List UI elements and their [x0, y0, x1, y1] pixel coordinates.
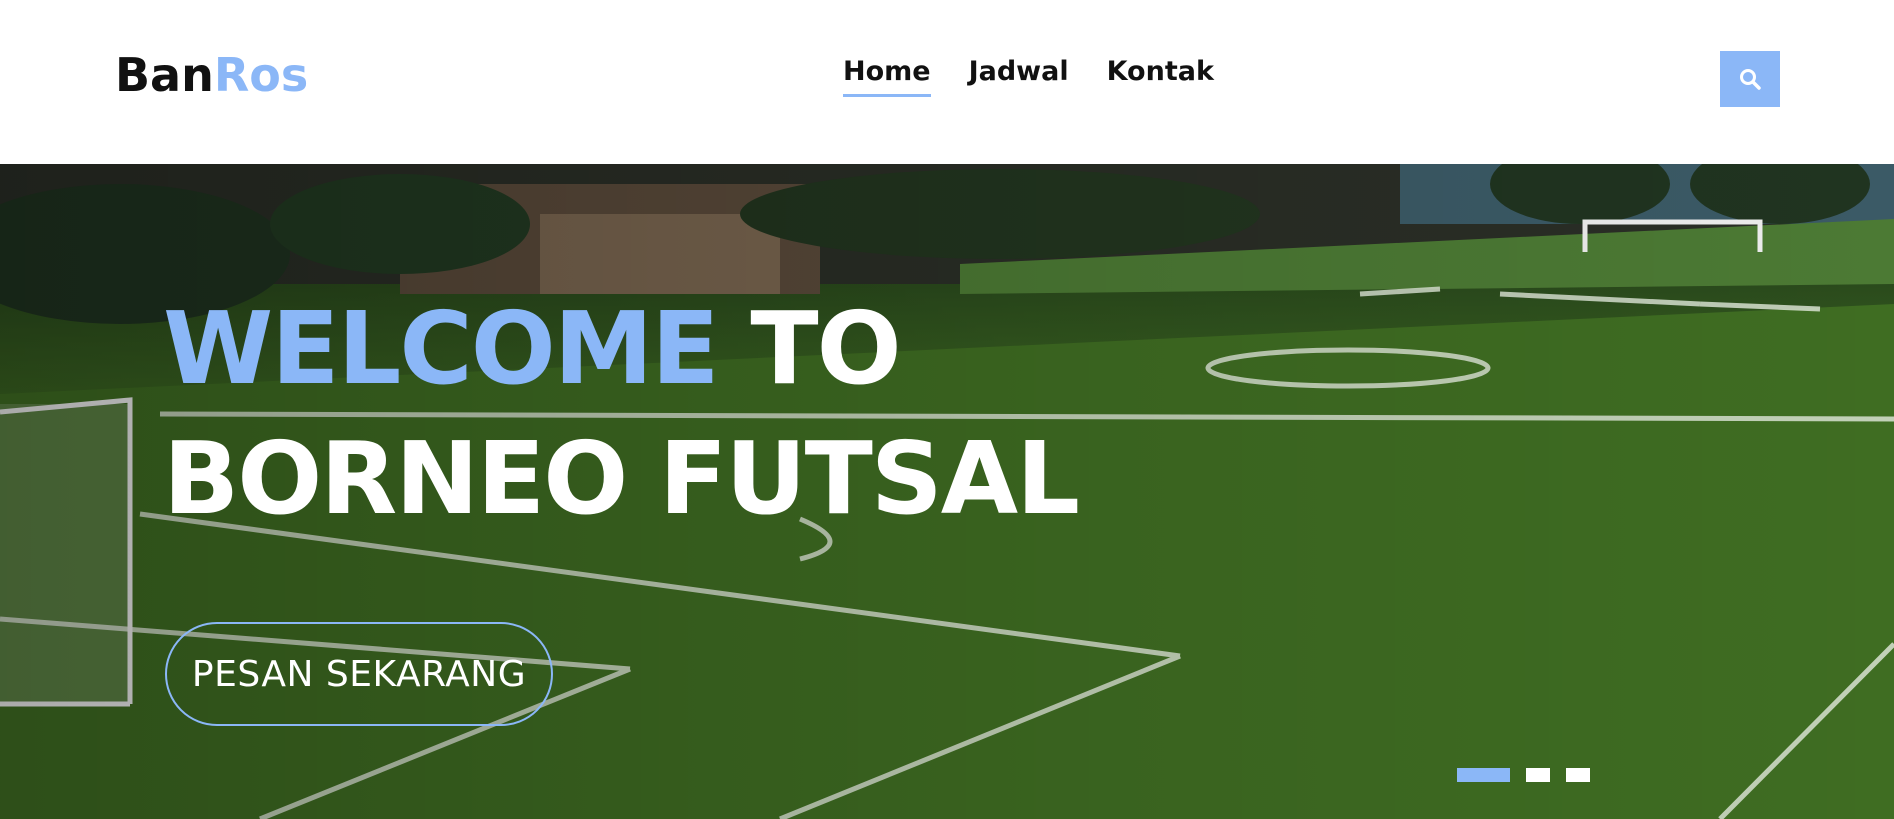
headline-rest: TO — [717, 290, 901, 407]
main-nav: Home Jadwal Kontak — [843, 56, 1214, 97]
slide-indicator-1[interactable] — [1457, 768, 1510, 782]
nav-item-home[interactable]: Home — [843, 56, 931, 97]
hero-banner: WELCOME TO BORNEO FUTSAL PESAN SEKARANG — [0, 164, 1894, 819]
nav-item-kontak[interactable]: Kontak — [1107, 56, 1214, 96]
logo-part-1: Ban — [115, 48, 214, 102]
search-button[interactable] — [1720, 51, 1780, 107]
slider-indicators — [1457, 768, 1590, 782]
headline-line-2: BORNEO FUTSAL — [163, 420, 1080, 537]
cta-button[interactable]: PESAN SEKARANG — [165, 622, 553, 726]
hero-headline: WELCOME TO BORNEO FUTSAL — [163, 284, 1080, 544]
logo[interactable]: BanRos — [115, 48, 308, 102]
nav-item-jadwal[interactable]: Jadwal — [969, 56, 1069, 96]
logo-part-2: Ros — [213, 48, 309, 102]
headline-accent: WELCOME — [163, 290, 720, 407]
slide-indicator-3[interactable] — [1566, 768, 1590, 782]
site-header: BanRos Home Jadwal Kontak — [0, 0, 1894, 164]
slide-indicator-2[interactable] — [1526, 768, 1550, 782]
search-icon — [1740, 69, 1761, 90]
